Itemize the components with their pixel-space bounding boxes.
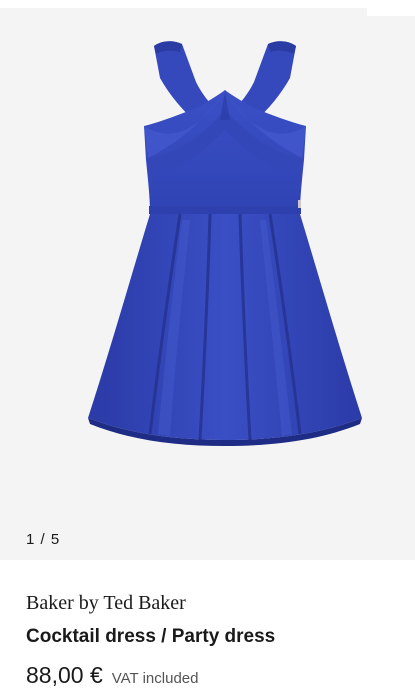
product-detail-screen: 1 / 5 Baker by Ted Baker Cocktail dress … [0,0,415,699]
product-info: Baker by Ted Baker Cocktail dress / Part… [0,560,415,699]
product-image-gallery[interactable]: 1 / 5 [0,0,415,560]
price-row: 88,00 € VAT included [26,662,389,689]
price: 88,00 € [26,662,103,688]
image-counter: 1 / 5 [26,531,61,548]
vat-note: VAT included [111,670,199,687]
brand-name[interactable]: Baker by Ted Baker [26,591,389,615]
gallery-top-strip [367,8,415,16]
product-title: Cocktail dress / Party dress [26,626,276,647]
product-image-dress[interactable] [70,30,380,450]
